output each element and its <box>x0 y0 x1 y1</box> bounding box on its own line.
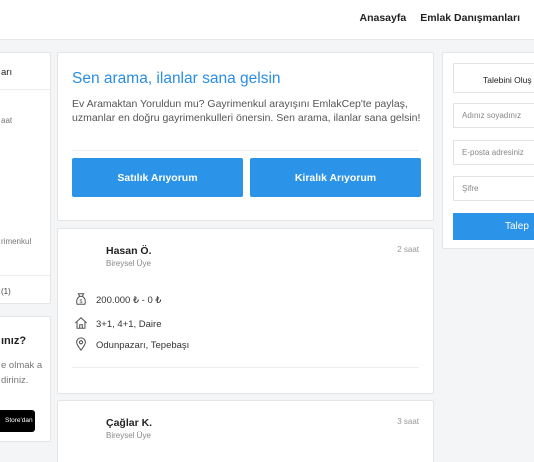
email-input[interactable] <box>453 140 534 165</box>
promo-description: e olmak a diriniz. <box>1 360 43 386</box>
divider <box>0 89 50 90</box>
price-row: $ 200.000 ₺ - 0 ₺ <box>74 292 161 309</box>
app-promo-card: ınız? e olmak a diriniz. Store'dan <box>0 316 51 442</box>
for-rent-search-button[interactable]: Kiralık Arıyorum <box>250 158 421 197</box>
main-nav: Anasayfa Emlak Danışmanları <box>360 12 521 24</box>
divider <box>72 150 419 151</box>
left-panel-text: rimenkul <box>1 237 32 246</box>
divider <box>0 275 50 276</box>
left-panel-text: aat <box>1 116 13 125</box>
svg-text:$: $ <box>80 299 83 305</box>
posted-time: 3 saat <box>397 417 419 426</box>
name-input[interactable] <box>453 103 534 128</box>
submit-request-button[interactable]: Talep <box>453 213 534 240</box>
room-types: 3+1, 4+1, Daire <box>96 319 162 330</box>
house-icon <box>74 316 88 333</box>
promo-heading: ınız? <box>1 335 27 347</box>
nav-home-link[interactable]: Anasayfa <box>360 12 407 24</box>
posted-time: 2 saat <box>397 245 419 254</box>
left-panel-header: arı <box>1 67 13 78</box>
search-request-hero: Sen arama, ilanlar sana gelsin Ev Aramak… <box>57 52 434 221</box>
request-card[interactable]: Çağlar K. Bireysel Üye 3 saat <box>57 400 434 462</box>
left-panel-footer[interactable]: (1) <box>1 287 11 296</box>
password-input[interactable] <box>453 176 534 201</box>
hero-description: Ev Aramaktan Yoruldun mu? Gayrimenkul ar… <box>72 98 421 124</box>
for-sale-search-button[interactable]: Satılık Arıyorum <box>72 158 243 197</box>
user-name: Çağlar K. <box>106 417 153 429</box>
location-pin-icon <box>74 337 88 354</box>
request-card[interactable]: Hasan Ö. Bireysel Üye 2 saat $ 200.000 ₺… <box>57 228 434 394</box>
divider <box>72 367 419 368</box>
location-text: Odunpazarı, Tepebaşı <box>96 340 190 351</box>
top-navigation-bar: Anasayfa Emlak Danışmanları <box>0 0 534 40</box>
nav-consultants-link[interactable]: Emlak Danışmanları <box>420 12 520 24</box>
left-filter-panel: arı aat rimenkul (1) <box>0 52 51 304</box>
request-form-card: Talebini Oluş Talep <box>442 52 534 249</box>
user-role: Bireysel Üye <box>106 259 151 268</box>
create-request-tab[interactable]: Talebini Oluş <box>453 63 534 93</box>
hero-title: Sen arama, ilanlar sana gelsin <box>72 70 281 87</box>
location-row: Odunpazarı, Tepebaşı <box>74 337 189 354</box>
money-bag-icon: $ <box>74 292 88 309</box>
rooms-row: 3+1, 4+1, Daire <box>74 316 162 333</box>
user-name: Hasan Ö. <box>106 245 152 257</box>
price-range: 200.000 ₺ - 0 ₺ <box>96 295 162 306</box>
app-store-button[interactable]: Store'dan <box>0 410 35 432</box>
user-role: Bireysel Üye <box>106 431 151 440</box>
